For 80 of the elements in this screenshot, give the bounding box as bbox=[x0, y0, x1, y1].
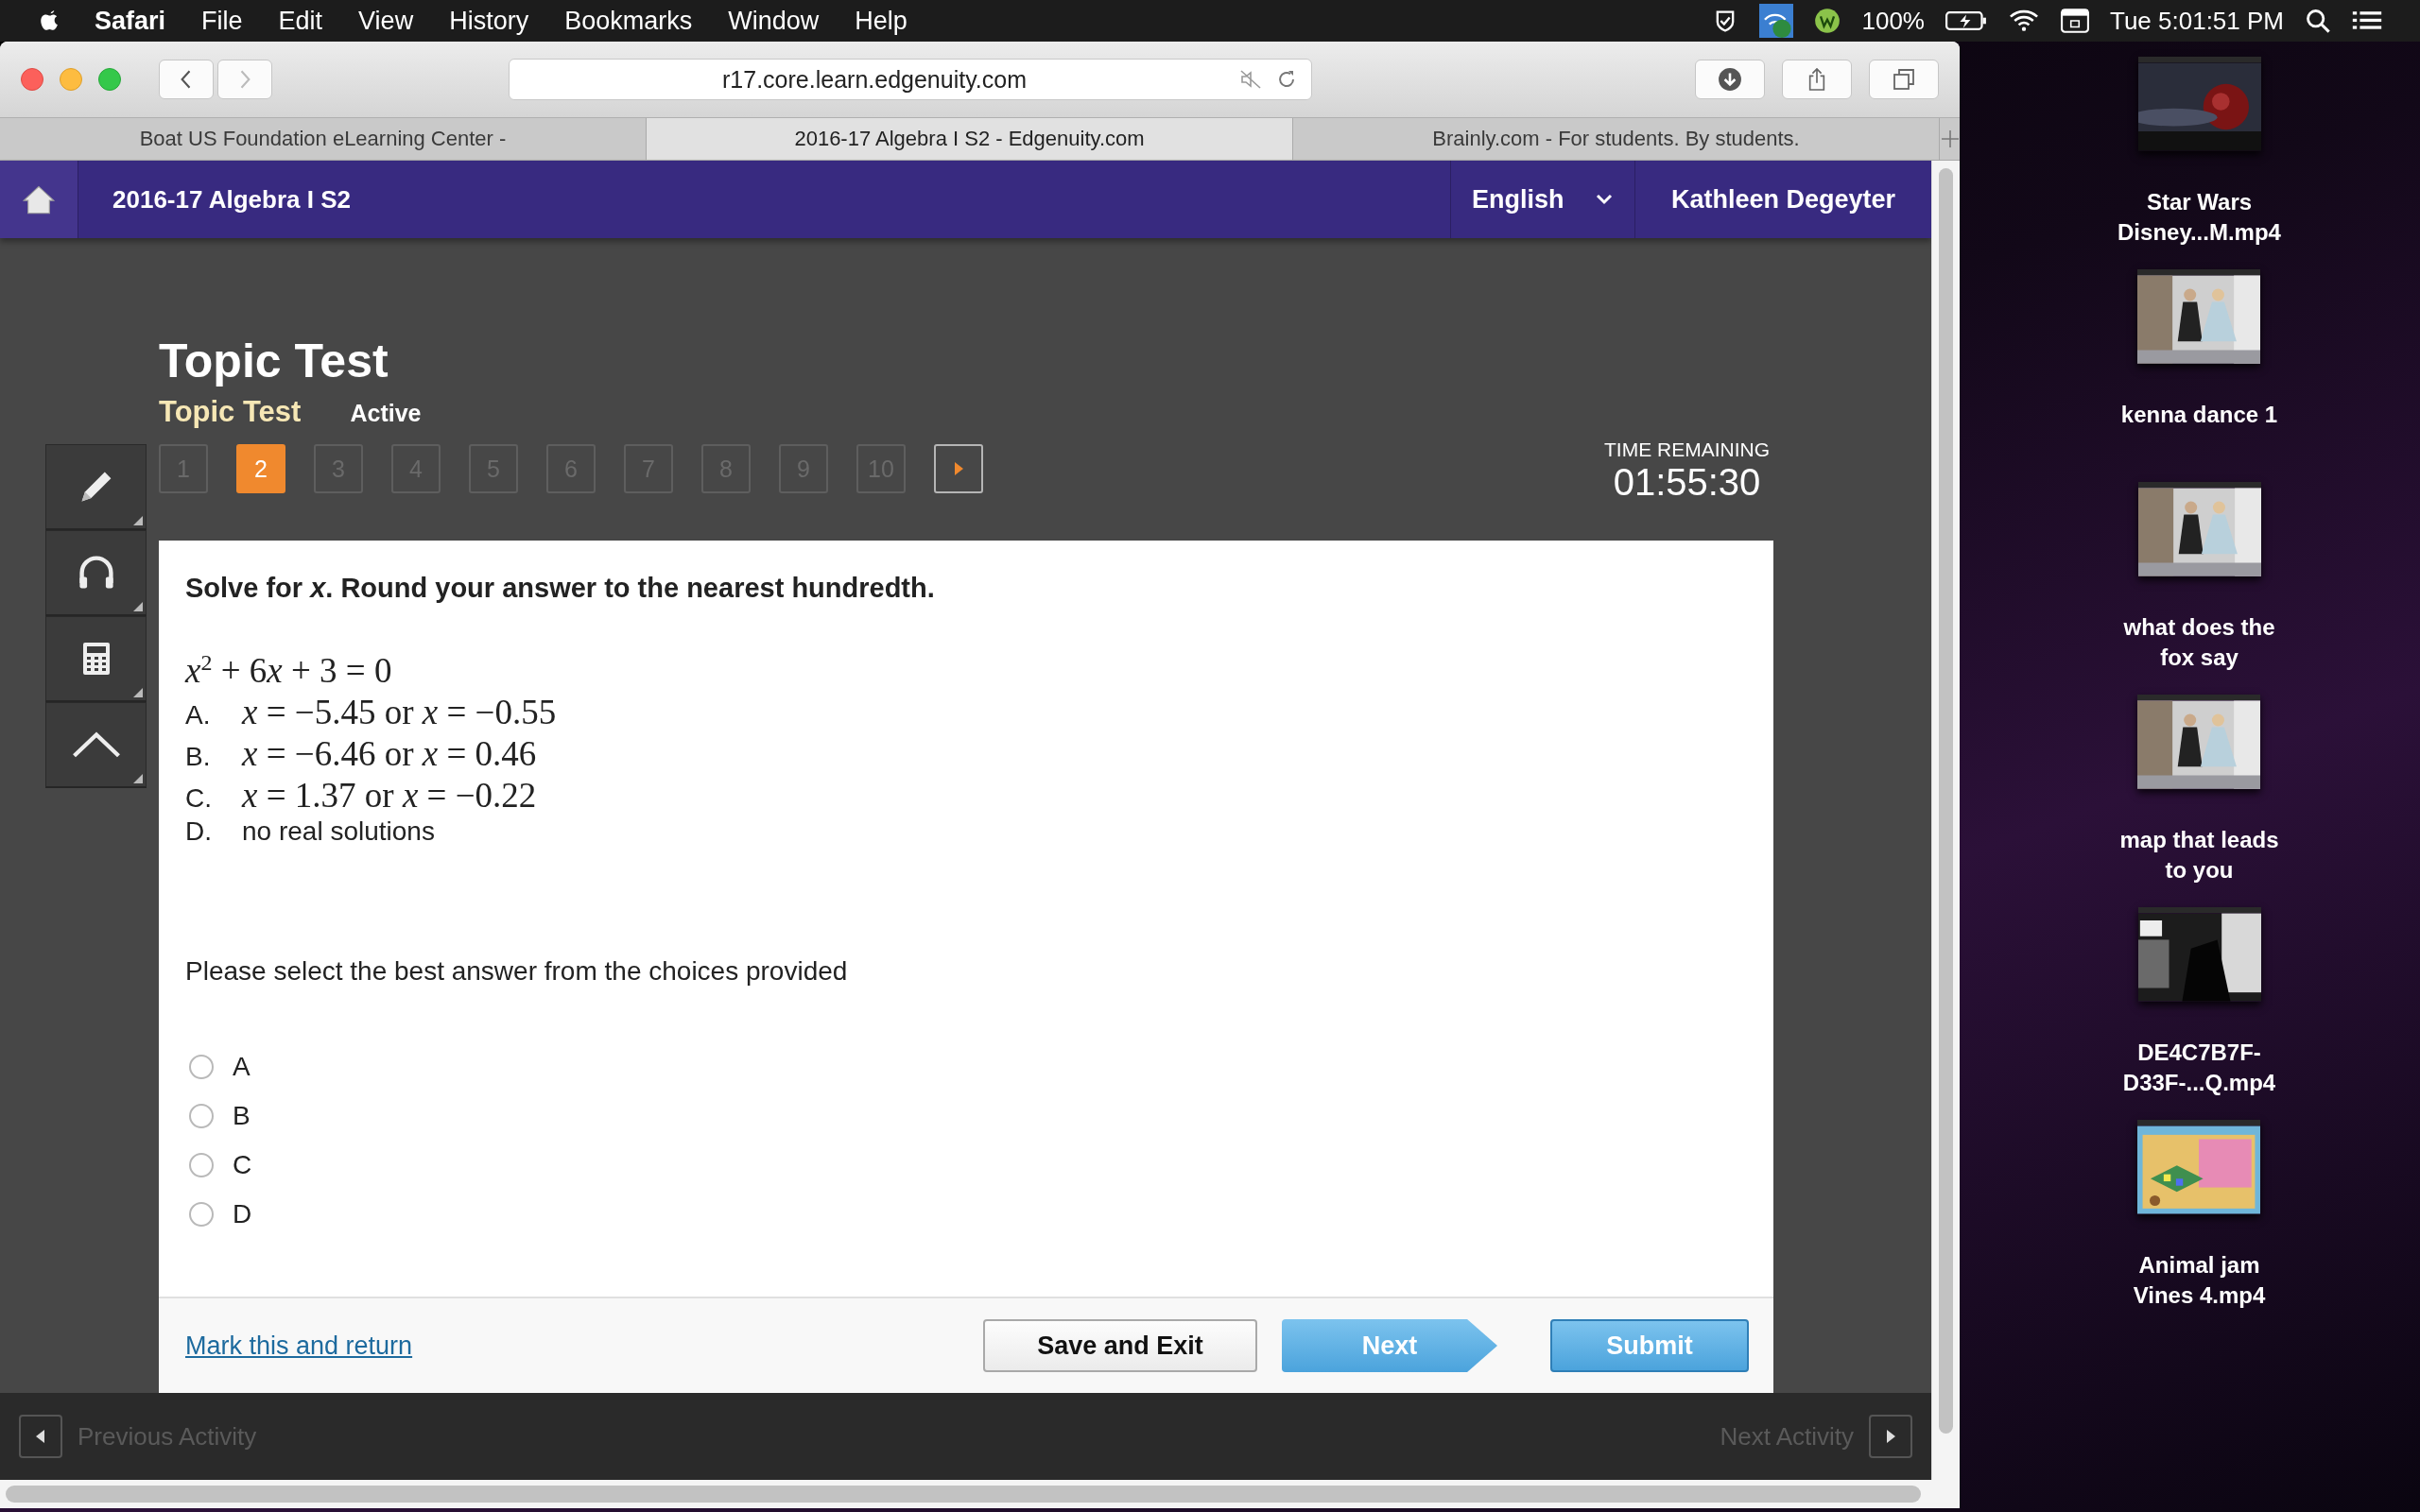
radio-button[interactable] bbox=[189, 1202, 214, 1228]
menu-item[interactable]: History bbox=[449, 6, 529, 36]
chevron-down-icon bbox=[1595, 193, 1614, 206]
question-prompt: Solve for x. Round your answer to the nearest hundredth. bbox=[185, 573, 936, 604]
file-name[interactable]: Animal jam Vines 4.mp4 bbox=[2133, 1250, 2266, 1311]
play-icon bbox=[953, 461, 964, 476]
horizontal-scrollbar[interactable] bbox=[0, 1480, 1960, 1508]
next-question-button[interactable] bbox=[934, 444, 983, 493]
file-name[interactable]: what does the fox say bbox=[2123, 612, 2275, 673]
radio-button[interactable] bbox=[189, 1104, 214, 1129]
language-dropdown[interactable]: English bbox=[1450, 161, 1634, 238]
app-status-icon[interactable] bbox=[1759, 4, 1794, 38]
address-field[interactable]: r17.core.learn.edgenuity.com bbox=[509, 59, 1312, 100]
menu-clock[interactable]: Tue 5:01:51 PM bbox=[2109, 6, 2284, 36]
menu-item[interactable]: File bbox=[201, 6, 243, 36]
menu-app-name[interactable]: Safari bbox=[95, 6, 166, 36]
radio-button[interactable] bbox=[189, 1055, 214, 1080]
chevron-left-icon bbox=[180, 69, 193, 90]
muted-speaker-icon[interactable] bbox=[1239, 68, 1262, 91]
pencil-tool-button[interactable] bbox=[45, 444, 147, 530]
menu-item[interactable]: View bbox=[358, 6, 414, 36]
battery-percent: 100% bbox=[1861, 6, 1925, 36]
course-title: 2016-17 Algebra I S2 bbox=[112, 184, 351, 215]
calculator-tool-button[interactable] bbox=[45, 616, 147, 702]
home-button[interactable] bbox=[0, 161, 78, 238]
chevron-right-icon bbox=[238, 69, 251, 90]
option-letter: C. bbox=[185, 783, 213, 815]
activity-subtitle: Topic Test bbox=[159, 395, 302, 429]
w-badge-icon[interactable] bbox=[1814, 8, 1841, 34]
next-activity-button[interactable] bbox=[1869, 1415, 1912, 1458]
choice-label[interactable]: B bbox=[233, 1101, 251, 1132]
search-icon[interactable] bbox=[2305, 8, 2331, 34]
file-name[interactable]: Star Wars Disney...M.mp4 bbox=[2118, 187, 2281, 248]
option-letter: A. bbox=[185, 700, 212, 731]
close-window-button[interactable] bbox=[21, 68, 43, 91]
plus-icon bbox=[1940, 129, 1960, 148]
choice-label[interactable]: D bbox=[233, 1199, 252, 1230]
option-text: no real solutions bbox=[242, 816, 435, 848]
equation: x$^{2}$ + 6x + 3 = 0 bbox=[185, 649, 393, 693]
instruction-text: Please select the best answer from the choices provided bbox=[185, 956, 849, 988]
previous-activity-button[interactable] bbox=[19, 1415, 62, 1458]
share-icon bbox=[1806, 66, 1827, 93]
menu-item[interactable]: Edit bbox=[278, 6, 323, 36]
corner-triangle-icon bbox=[133, 774, 143, 783]
share-button[interactable] bbox=[1782, 60, 1852, 99]
menu-item[interactable]: Help bbox=[855, 6, 908, 36]
downloads-button[interactable] bbox=[1695, 60, 1765, 99]
browser-tab[interactable]: 2016-17 Algebra I S2 - Edgenuity.com bbox=[647, 118, 1293, 160]
timer-value: 01:55:30 bbox=[1612, 461, 1762, 504]
vertical-scrollbar[interactable] bbox=[1931, 161, 1960, 1480]
radio-button[interactable] bbox=[189, 1153, 214, 1178]
activity-status: Active bbox=[350, 400, 422, 427]
option-letter: B. bbox=[185, 742, 212, 773]
tabs-icon bbox=[1893, 68, 1915, 91]
battery-icon[interactable] bbox=[1945, 10, 1987, 31]
home-icon bbox=[23, 184, 55, 215]
mark-and-return-link[interactable]: Mark this and return bbox=[185, 1331, 413, 1361]
activity-title: Topic Test bbox=[159, 334, 389, 389]
timer-label: TIME REMAINING bbox=[1604, 438, 1770, 461]
file-name[interactable]: DE4C7B7F- D33F-...Q.mp4 bbox=[2122, 1038, 2276, 1098]
wifi-icon[interactable] bbox=[2007, 9, 2040, 33]
menu-item[interactable]: Bookmarks bbox=[564, 6, 693, 36]
headphones-tool-button[interactable] bbox=[45, 530, 147, 616]
save-exit-button[interactable]: Save and Exit bbox=[983, 1319, 1257, 1372]
show-tabs-button[interactable] bbox=[1869, 60, 1939, 99]
download-icon bbox=[1718, 67, 1742, 92]
choice-label[interactable]: A bbox=[233, 1052, 251, 1083]
file-name[interactable]: kenna dance 1 bbox=[2120, 400, 2278, 430]
apple-logo-icon[interactable] bbox=[40, 9, 60, 33]
option-text: x = −5.45 or x = −0.55 bbox=[242, 692, 557, 733]
option-text: x = 1.37 or x = −0.22 bbox=[242, 775, 537, 816]
option-text: x = −6.46 or x = 0.46 bbox=[242, 733, 537, 775]
file-name[interactable]: map that leads to you bbox=[2119, 825, 2279, 885]
caret-tool-button[interactable] bbox=[45, 702, 147, 788]
option-letter: D. bbox=[185, 816, 213, 848]
choice-label[interactable]: C bbox=[233, 1150, 252, 1181]
triangle-left-icon bbox=[35, 1429, 46, 1444]
triangle-right-icon bbox=[1885, 1429, 1896, 1444]
keyboard-icon[interactable] bbox=[2060, 9, 2089, 33]
menu-item[interactable]: Window bbox=[728, 6, 820, 36]
